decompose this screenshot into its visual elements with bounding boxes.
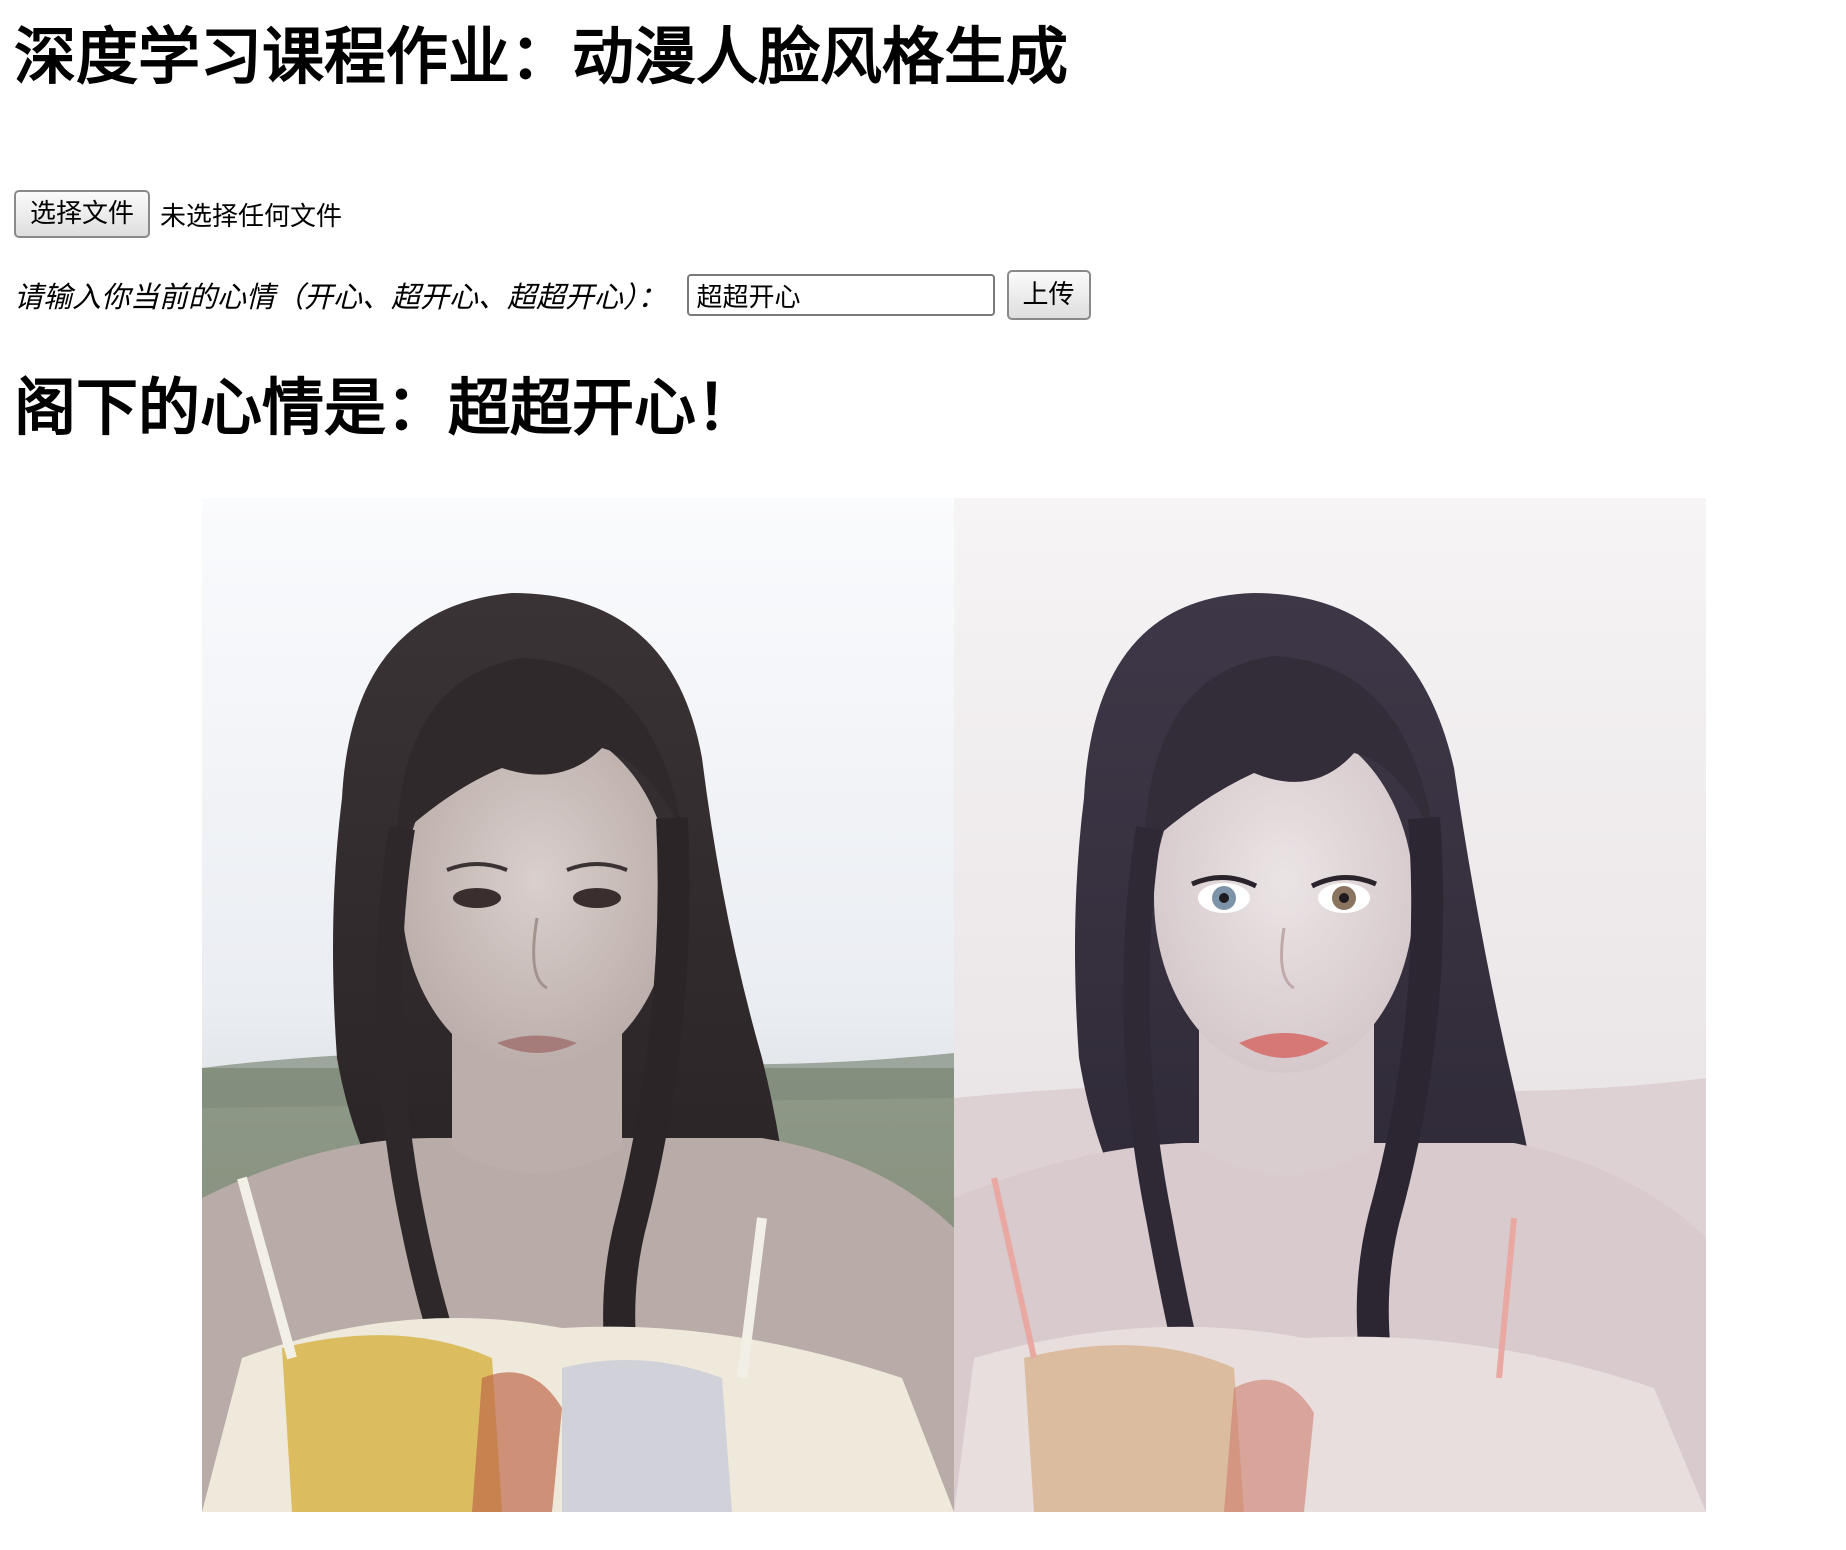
page-title: 深度学习课程作业：动漫人脸风格生成	[14, 20, 1069, 93]
anime-portrait-icon	[954, 498, 1706, 1512]
generated-anime-image	[954, 498, 1706, 1512]
mood-form: 请输入你当前的心情（开心、超开心、超超开心）： 上传	[14, 270, 1091, 320]
photo-portrait-icon	[202, 498, 954, 1512]
file-upload-row: 选择文件 未选择任何文件	[14, 190, 342, 238]
file-status-text: 未选择任何文件	[160, 201, 343, 232]
mood-input[interactable]	[686, 274, 995, 316]
page: 深度学习课程作业：动漫人脸风格生成 选择文件 未选择任何文件 请输入你当前的心情…	[0, 0, 1846, 1550]
mood-result-heading: 阁下的心情是：超超开心！	[14, 371, 759, 444]
result-images	[202, 498, 1706, 1512]
mood-label: 请输入你当前的心情（开心、超开心、超超开心）：	[14, 280, 667, 314]
original-photo	[202, 498, 954, 1512]
choose-file-button[interactable]: 选择文件	[14, 190, 151, 238]
upload-button[interactable]: 上传	[1006, 270, 1091, 320]
